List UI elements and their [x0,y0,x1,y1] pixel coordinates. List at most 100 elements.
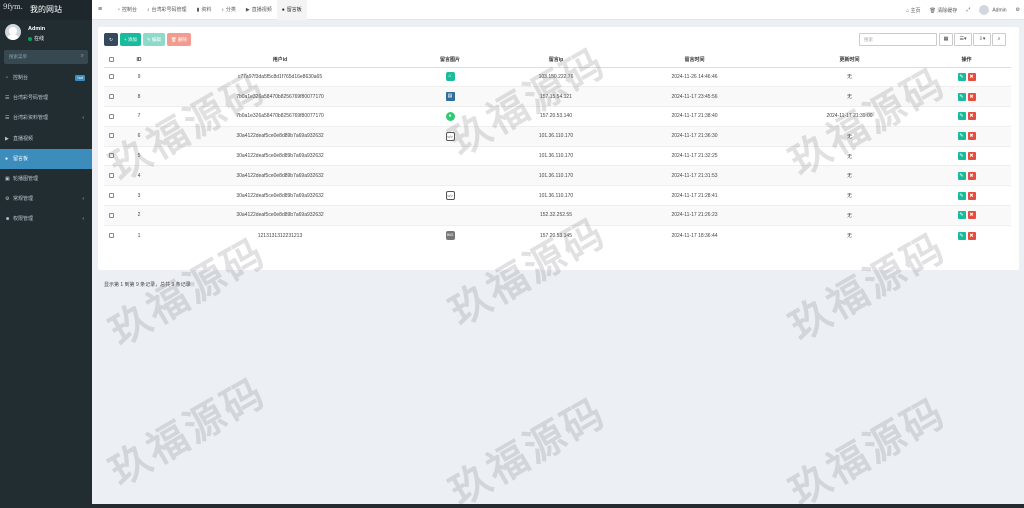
delete-row-icon[interactable]: ✖ [967,92,976,101]
col-time[interactable]: 留言时间 [612,53,777,68]
settings-gear-icon[interactable]: ⚙ [1016,7,1020,13]
cell-user-id: 30a4122deaf5ce0e8d89b7a69a932632 [160,185,400,206]
col-actions: 操作 [922,53,1011,68]
sidebar-item-1[interactable]: ☰ 台湾彩号码管理 [0,88,92,108]
delete-row-icon[interactable]: ✖ [967,211,976,220]
cell-image [400,205,500,226]
edit-row-icon[interactable]: ✎ [957,92,966,101]
col-user-id[interactable]: 用户id [160,53,400,68]
row-checkbox[interactable] [108,192,114,198]
delete-row-icon[interactable]: ✖ [967,112,976,121]
add-button[interactable]: + 添加 [120,33,141,46]
sidebar-item-0[interactable]: ◔ 控制台 hot [0,68,92,88]
col-image[interactable]: 留言图片 [400,53,500,68]
col-id[interactable]: ID [118,53,160,68]
delete-row-icon[interactable]: ✖ [967,132,976,141]
row-select-cell [104,66,118,87]
select-all-checkbox[interactable] [108,56,114,62]
delete-row-icon[interactable]: ✖ [967,152,976,161]
cell-image [400,165,500,186]
table-row[interactable]: 5 30a4122deaf5ce0e8d89b7a69a932632 101.36.… [104,145,1011,166]
edit-row-icon[interactable]: ✎ [957,231,966,240]
tab-0[interactable]: ◔ 控制台 [112,0,142,20]
edit-label: 编辑 [151,37,161,42]
tab-1[interactable]: ♪ 台湾彩号码管理 [142,0,192,20]
add-label: 添加 [127,37,137,42]
row-actions: ✎ ✖ [957,171,977,180]
row-actions: ✎ ✖ [957,72,977,81]
advanced-search-icon[interactable]: ⌕ [992,33,1006,46]
tab-5[interactable]: ● 留言板 [276,0,307,20]
export-dropdown-icon[interactable]: ⇩▾ [973,33,991,46]
online-dot-icon [28,36,32,41]
row-checkbox[interactable] [108,93,114,99]
home-link[interactable]: ⌂ 主页 [906,7,920,14]
table-row[interactable]: 4 30a4122deaf5ce0e8d89b7a69a932632 101.36.… [104,165,1011,186]
sidebar-item-5[interactable]: ▣ 轮播图管理 [0,169,92,189]
clear-cache-button[interactable]: 🗑 清除缓存 [930,7,958,14]
sidebar-item-7[interactable]: ☻ 权限管理 ‹ [0,209,92,229]
watermark-text: 玖福源码 [442,389,614,508]
edit-row-icon[interactable]: ✎ [957,112,966,121]
cell-updated: 无 [777,205,922,226]
row-checkbox[interactable] [108,113,114,119]
sidebar-item-4[interactable]: ● 留言板 [0,148,92,169]
home-label: 主页 [910,7,921,14]
row-checkbox[interactable] [108,173,114,179]
sidebar-item-6[interactable]: ⚙ 常规管理 ‹ [0,189,92,209]
edit-row-icon[interactable]: ✎ [957,152,966,161]
image-thumbnail-icon[interactable]: ▤ [445,92,455,102]
refresh-button[interactable]: ↻ [104,33,118,46]
edit-row-icon[interactable]: ✎ [957,191,966,200]
admin-avatar [979,5,990,15]
sidebar-item-2[interactable]: ☰ 台湾彩资料管理 ‹ [0,108,92,128]
cell-time: 2024-11-17 21:36:30 [612,125,777,147]
row-checkbox[interactable] [108,74,114,80]
delete-row-icon[interactable]: ✖ [967,231,976,240]
cogs-icon: ⚙ [5,196,10,203]
avatar [5,24,21,40]
table-tools: ▦ ☰▾ ⇩▾ ⌕ [938,33,1006,46]
edit-row-icon[interactable]: ✎ [957,132,966,141]
sidebar-item-label: 常规管理 [13,196,34,203]
row-checkbox[interactable] [108,232,114,238]
code-image-icon[interactable]: </> [445,191,455,201]
tab-3[interactable]: ♪ 分类 [216,0,241,20]
bottom-bar [0,504,1024,508]
edit-button[interactable]: ✎ 编辑 [142,33,165,46]
fullscreen-icon[interactable]: ⤢ [966,7,970,13]
row-actions: ✎ ✖ [957,92,977,101]
image-icon: ▣ [5,175,10,182]
cell-actions: ✎ ✖ [922,185,1011,206]
row-select-cell [104,185,118,206]
delete-row-icon[interactable]: ✖ [967,191,976,200]
user-status: 在线 [28,35,44,42]
tab-2[interactable]: ▮ 资料 [192,0,217,20]
toolbar: ↻ + 添加 ✎ 编辑 🗑 删除 [104,33,193,46]
tab-4[interactable]: ▶ 直播视频 [241,0,277,20]
search-icon[interactable]: ⌕ [81,53,84,60]
view-toggle-icon[interactable]: ▦ [939,33,953,46]
admin-menu[interactable]: Admin [979,5,1007,15]
image-thumbnail-icon[interactable]: IMG [445,231,455,241]
cell-actions: ✎ ✖ [922,165,1011,186]
edit-row-icon[interactable]: ✎ [957,171,966,180]
edit-row-icon[interactable]: ✎ [957,72,966,81]
edit-row-icon[interactable]: ✎ [957,211,966,220]
delete-row-icon[interactable]: ✖ [967,171,976,180]
delete-row-icon[interactable]: ✖ [967,72,976,81]
table-search-input[interactable]: 搜索 [859,33,937,46]
row-checkbox[interactable] [108,212,114,218]
sidebar-item-label: 台湾彩号码管理 [13,95,49,102]
row-actions: ✎ ✖ [957,231,977,240]
image-thumbnail-icon[interactable]: ⌂ [445,72,455,82]
row-select-cell [104,106,118,127]
table-row[interactable]: 3 30a4122deaf5ce0e8d89b7a69a932632 </> 101.… [104,185,1011,206]
sidebar-item-3[interactable]: ▶ 直播视频 [0,129,92,149]
columns-dropdown-icon[interactable]: ☰▾ [954,33,972,46]
admin-label: Admin [992,7,1007,14]
cell-id: 1 [118,224,160,246]
sidebar-toggle-icon[interactable]: ≡ [98,0,102,20]
delete-button[interactable]: 🗑 删除 [166,33,191,46]
sidebar-search-input[interactable]: 搜索菜单 ⌕ [4,50,88,64]
